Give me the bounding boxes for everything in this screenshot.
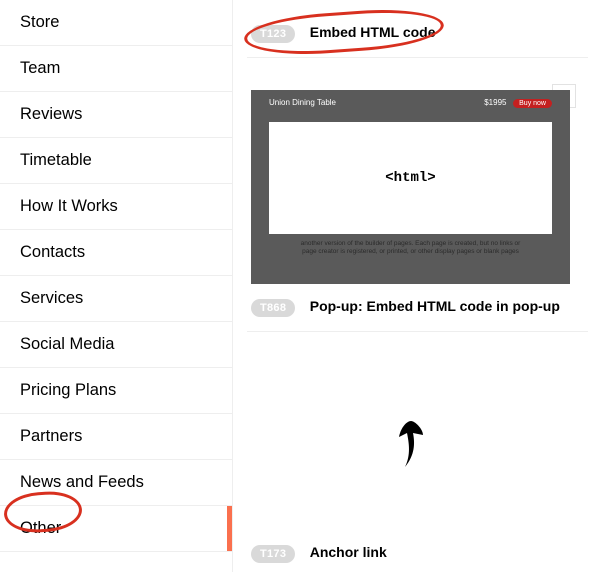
sidebar-item-services[interactable]: Services bbox=[0, 276, 232, 322]
sidebar-item-team[interactable]: Team bbox=[0, 46, 232, 92]
sidebar-item-timetable[interactable]: Timetable bbox=[0, 138, 232, 184]
sidebar-item-label: Partners bbox=[20, 427, 82, 446]
block-badge: T868 bbox=[251, 299, 295, 317]
sidebar-item-label: Services bbox=[20, 289, 83, 308]
mockup-price: $1995 bbox=[484, 98, 506, 107]
sidebar: Store Team Reviews Timetable How It Works Con… bbox=[0, 0, 233, 572]
sidebar-item-label: Team bbox=[20, 59, 60, 78]
mockup-title: Union Dining Table bbox=[269, 98, 336, 107]
sidebar-item-label: Store bbox=[20, 13, 59, 32]
mockup-buy: Buy now bbox=[513, 99, 552, 108]
sidebar-item-social-media[interactable]: Social Media bbox=[0, 322, 232, 368]
sidebar-item-news-and-feeds[interactable]: News and Feeds bbox=[0, 460, 232, 506]
mockup-topbar: Union Dining Table $1995 Buy now bbox=[269, 98, 552, 107]
mockup-frame: Union Dining Table $1995 Buy now <html> … bbox=[251, 90, 570, 284]
block-title: Embed HTML code bbox=[310, 24, 436, 40]
block-anchor-link[interactable]: T173 Anchor link bbox=[247, 332, 588, 572]
sidebar-item-label: Reviews bbox=[20, 105, 82, 124]
block-badge: T123 bbox=[251, 25, 295, 43]
sidebar-item-reviews[interactable]: Reviews bbox=[0, 92, 232, 138]
sidebar-item-label: Other bbox=[20, 519, 61, 538]
block-popup-embed[interactable]: ★ Union Dining Table $1995 Buy now <html… bbox=[247, 58, 588, 332]
block-embed-html[interactable]: T123 Embed HTML code bbox=[247, 0, 588, 58]
arrow-up-icon bbox=[391, 419, 431, 469]
sidebar-item-other[interactable]: Other bbox=[0, 506, 232, 552]
sidebar-item-contacts[interactable]: Contacts bbox=[0, 230, 232, 276]
sidebar-item-partners[interactable]: Partners bbox=[0, 414, 232, 460]
sidebar-item-label: News and Feeds bbox=[20, 473, 144, 492]
block-title: Anchor link bbox=[310, 544, 387, 560]
sidebar-item-label: Social Media bbox=[20, 335, 114, 354]
sidebar-item-label: Contacts bbox=[20, 243, 85, 262]
sidebar-item-pricing-plans[interactable]: Pricing Plans bbox=[0, 368, 232, 414]
block-title: Pop-up: Embed HTML code in pop-up bbox=[310, 298, 560, 314]
sidebar-item-store[interactable]: Store bbox=[0, 0, 232, 46]
block-preview bbox=[251, 350, 570, 538]
sidebar-item-label: How It Works bbox=[20, 197, 118, 216]
mockup-body: <html> bbox=[269, 122, 552, 234]
block-badge: T173 bbox=[251, 545, 295, 563]
sidebar-item-how-it-works[interactable]: How It Works bbox=[0, 184, 232, 230]
sidebar-item-label: Timetable bbox=[20, 151, 92, 170]
main-panel: T123 Embed HTML code ★ Union Dining Tabl… bbox=[233, 0, 600, 572]
block-preview: ★ Union Dining Table $1995 Buy now <html… bbox=[251, 90, 570, 284]
mockup-caption: another version of the builder of pages.… bbox=[269, 234, 552, 257]
sidebar-item-label: Pricing Plans bbox=[20, 381, 116, 400]
